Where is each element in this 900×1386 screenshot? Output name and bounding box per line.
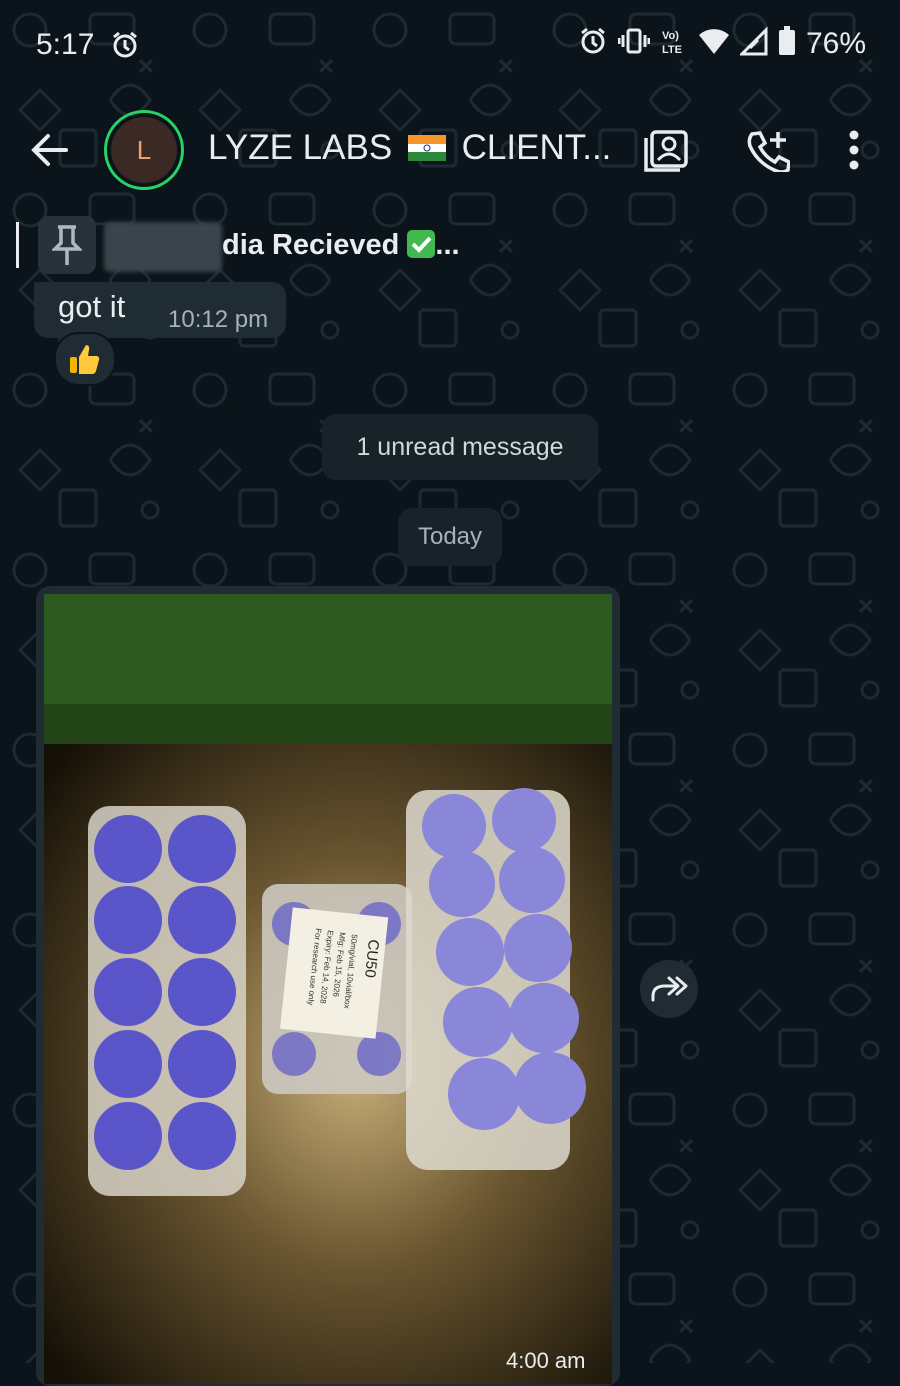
- avatar[interactable]: L: [104, 110, 184, 190]
- forward-button[interactable]: [640, 960, 698, 1018]
- pin-icon: [38, 216, 96, 274]
- chat-title-group: CLIENT...: [461, 128, 612, 167]
- pinned-redacted-thumbnail: [104, 222, 222, 272]
- chat-title[interactable]: LYZE LABS CLIENT...: [208, 128, 611, 168]
- message-text: got it: [58, 289, 126, 324]
- volte-icon: Vo) LTE: [660, 26, 688, 61]
- image-message[interactable]: CU50 50mg/vial, 10vial/box Mfg: Feb 15, …: [36, 586, 620, 1386]
- status-time: 5:17: [36, 28, 95, 61]
- reaction-thumbs-up[interactable]: [54, 332, 116, 386]
- add-call-icon[interactable]: [746, 128, 791, 177]
- battery-icon: [778, 26, 796, 61]
- image-message-time: 4:00 am: [506, 1348, 586, 1373]
- vials-photo[interactable]: CU50 50mg/vial, 10vial/box Mfg: Feb 15, …: [44, 594, 612, 1384]
- unread-messages-banner: 1 unread message: [322, 414, 598, 480]
- more-vert-icon[interactable]: [844, 130, 864, 175]
- back-arrow-icon[interactable]: [28, 128, 72, 177]
- svg-text:LTE: LTE: [662, 44, 682, 56]
- signal-icon: [738, 26, 768, 61]
- alarm-icon: [578, 26, 608, 61]
- india-flag-icon: [407, 135, 446, 161]
- svg-text:Vo): Vo): [662, 30, 679, 42]
- thumbs-up-icon: [70, 345, 100, 374]
- forward-icon: [651, 976, 688, 1002]
- avatar-letter: L: [111, 117, 177, 183]
- contact-card-icon[interactable]: [644, 128, 690, 177]
- pinned-text: dia Recieved: [222, 229, 400, 261]
- check-mark-icon: [407, 230, 436, 258]
- battery-percent: 76%: [805, 26, 866, 60]
- message-bubble[interactable]: got it 10:12 pm: [34, 282, 286, 338]
- status-bar: 5:17 Vo) LTE 76%: [0, 0, 900, 92]
- message-time: 10:12 pm: [168, 306, 269, 333]
- pinned-indicator: [16, 222, 19, 268]
- date-divider: Today: [398, 508, 502, 566]
- alarm-icon: [110, 30, 140, 65]
- pinned-ellipsis: ...: [435, 229, 460, 261]
- wifi-icon: [698, 26, 730, 61]
- chat-title-name: LYZE LABS: [208, 128, 393, 167]
- pinned-message-text[interactable]: dia Recieved ...: [222, 229, 460, 262]
- vibrate-icon: [617, 26, 651, 61]
